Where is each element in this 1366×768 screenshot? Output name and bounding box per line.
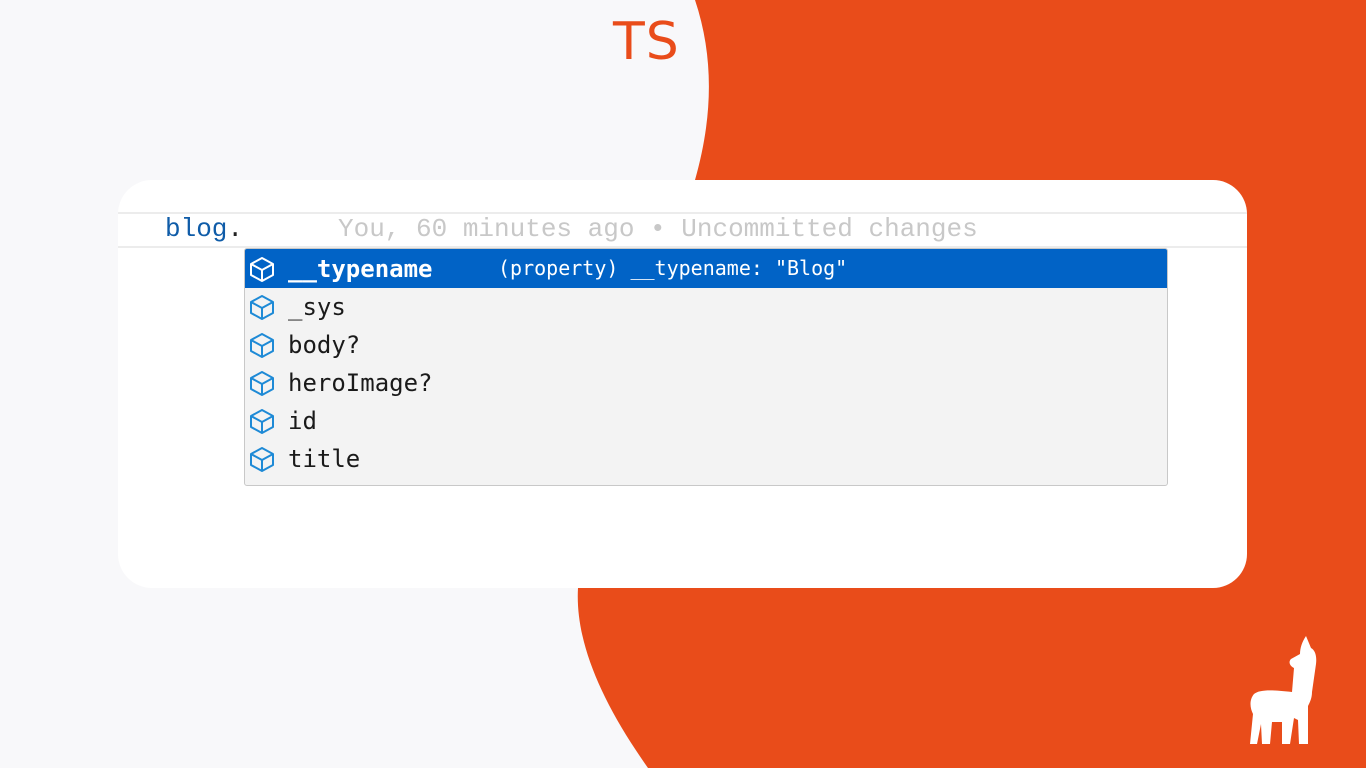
- suggestion-item-typename[interactable]: __typename (property) __typename: "Blog": [245, 249, 1167, 288]
- code-object-name: blog: [165, 214, 228, 244]
- suggestion-item-id[interactable]: id: [245, 402, 1167, 440]
- suggestion-widget[interactable]: __typename (property) __typename: "Blog"…: [244, 248, 1168, 486]
- suggestion-label: title: [288, 445, 361, 473]
- suggestion-label: id: [288, 407, 317, 435]
- suggestion-item-body[interactable]: body?: [245, 326, 1167, 364]
- suggestion-label: __typename: [288, 254, 433, 283]
- property-cube-icon: [247, 292, 277, 322]
- suggestion-label: body?: [288, 331, 361, 359]
- code-line[interactable]: blog. You, 60 minutes ago • Uncommitted …: [118, 212, 1247, 248]
- suggestion-label: heroImage?: [288, 369, 433, 397]
- property-cube-icon: [247, 368, 277, 398]
- property-cube-icon: [247, 330, 277, 360]
- property-cube-icon: [247, 254, 277, 284]
- code-dot: .: [227, 214, 244, 244]
- editor-card: blog. You, 60 minutes ago • Uncommitted …: [118, 180, 1247, 588]
- property-cube-icon: [247, 444, 277, 474]
- suggestion-detail: (property) __typename: "Blog": [498, 256, 848, 280]
- suggestion-label: _sys: [288, 293, 346, 321]
- suggestion-item-sys[interactable]: _sys: [245, 288, 1167, 326]
- git-blame-annotation: You, 60 minutes ago • Uncommitted change…: [338, 214, 978, 244]
- suggestion-item-heroimage[interactable]: heroImage?: [245, 364, 1167, 402]
- llama-logo-icon: [1250, 636, 1317, 744]
- suggestion-item-title[interactable]: title: [245, 440, 1167, 478]
- code-expression: blog.: [165, 214, 243, 244]
- ts-badge: TS: [613, 12, 680, 72]
- property-cube-icon: [247, 406, 277, 436]
